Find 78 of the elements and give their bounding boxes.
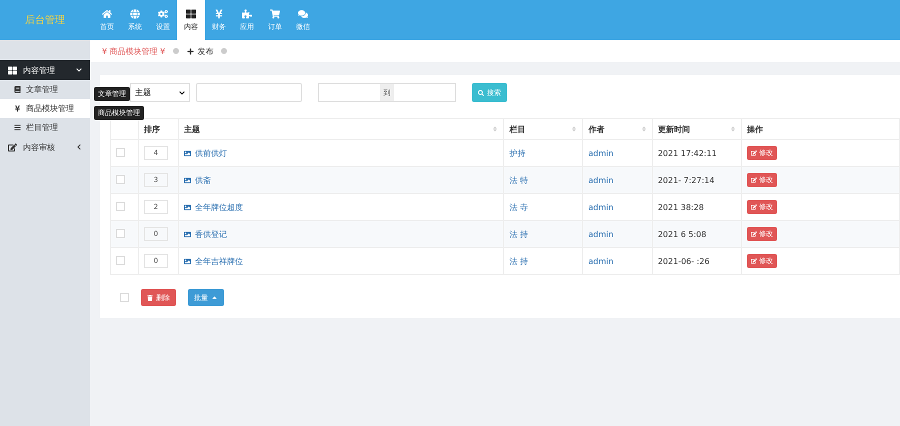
image-icon <box>184 150 191 156</box>
column-header: 作者 <box>588 124 604 134</box>
table-cell: admin <box>588 202 614 212</box>
image-icon <box>184 258 191 264</box>
table-cell: admin <box>588 256 614 266</box>
sort-icon[interactable] <box>730 126 736 132</box>
table-cell: 2021-06- :26 <box>658 256 710 266</box>
column-header: 主题 <box>184 124 200 134</box>
table-cell: 法 持 <box>509 256 528 266</box>
chat-icon <box>298 8 308 18</box>
sort-icon[interactable] <box>492 126 498 132</box>
chevron-down-icon <box>76 67 82 73</box>
edit-icon <box>751 231 758 237</box>
table-cell: 法 特 <box>509 176 528 184</box>
input-field[interactable] <box>196 83 302 102</box>
yen-icon <box>14 105 21 112</box>
plus-icon <box>187 48 194 54</box>
logo-text: 后台管理 <box>24 14 66 28</box>
sidebar-group[interactable]: 内容管理 <box>0 60 90 80</box>
image-icon <box>184 176 191 184</box>
column-header: 栏目 <box>509 124 526 134</box>
sidebar-item[interactable]: 栏目管理 <box>0 118 90 137</box>
puzzle-icon <box>242 8 252 18</box>
globe-icon <box>130 8 140 18</box>
grid-icon <box>8 66 17 74</box>
column-header: 操作 <box>747 124 764 134</box>
publish-link[interactable]: 发布 <box>187 46 214 56</box>
settings-icon <box>158 8 168 18</box>
table-cell: 2021 38:28 <box>658 202 704 212</box>
title-link[interactable]: 全年牌位超度 <box>184 202 243 212</box>
table-cell: 法 寺 <box>509 202 528 212</box>
home-icon <box>102 8 112 18</box>
title-link[interactable]: 供斋 <box>184 174 211 186</box>
table-cell: 2021 6 5:08 <box>658 230 706 238</box>
yen-icon <box>214 8 224 18</box>
sidebar-item[interactable]: 商品模块管理 <box>0 99 90 118</box>
table-cell: 护持 <box>509 148 526 158</box>
caret-up-icon <box>211 294 218 301</box>
table-cell: admin <box>588 230 614 238</box>
search-icon <box>478 90 484 96</box>
edit-icon <box>751 150 758 156</box>
list-icon <box>14 124 21 131</box>
table-cell: 2021- 7:27:14 <box>658 176 714 184</box>
title-link[interactable]: 供前供灯 <box>184 148 227 158</box>
sort-icon[interactable] <box>571 126 578 132</box>
row-checkbox[interactable] <box>116 148 125 156</box>
edit-icon <box>751 258 758 264</box>
sidebar-group[interactable]: 内容审核 <box>0 137 90 157</box>
row-checkbox[interactable] <box>116 228 125 238</box>
table-cell: 2021 17:42:11 <box>658 148 717 158</box>
edit-icon <box>8 142 17 152</box>
column-header: 排序 <box>144 124 160 134</box>
row-checkbox[interactable] <box>116 256 125 264</box>
table-cell: admin <box>588 148 614 158</box>
chevron-left-icon <box>76 144 82 150</box>
image-icon <box>184 230 191 238</box>
chevron-down-icon <box>179 90 185 96</box>
book-icon <box>14 86 21 93</box>
dot-icon <box>173 48 180 54</box>
breadcrumb-link[interactable]: ¥ 商品模块管理 ¥ <box>102 46 166 56</box>
row-checkbox[interactable] <box>116 202 125 210</box>
table-cell: 法 持 <box>509 230 528 238</box>
title-link[interactable]: 香供登记 <box>184 228 227 240</box>
edit-icon <box>751 204 758 210</box>
grid-icon <box>186 8 196 18</box>
title-link[interactable]: 全年吉祥牌位 <box>184 256 243 266</box>
trash-icon <box>147 294 153 300</box>
sidebar-item[interactable]: 文章管理 <box>0 80 90 99</box>
image-icon <box>184 204 191 210</box>
dot-icon <box>221 48 228 54</box>
select-field[interactable]: 主题 <box>130 83 190 102</box>
table-cell: admin <box>588 176 614 184</box>
column-header: 更新时间 <box>658 124 690 134</box>
select-all-checkbox[interactable] <box>120 293 129 302</box>
cart-icon <box>270 8 280 18</box>
sort-icon[interactable] <box>640 126 647 132</box>
row-checkbox[interactable] <box>116 174 125 184</box>
edit-icon <box>751 177 758 183</box>
